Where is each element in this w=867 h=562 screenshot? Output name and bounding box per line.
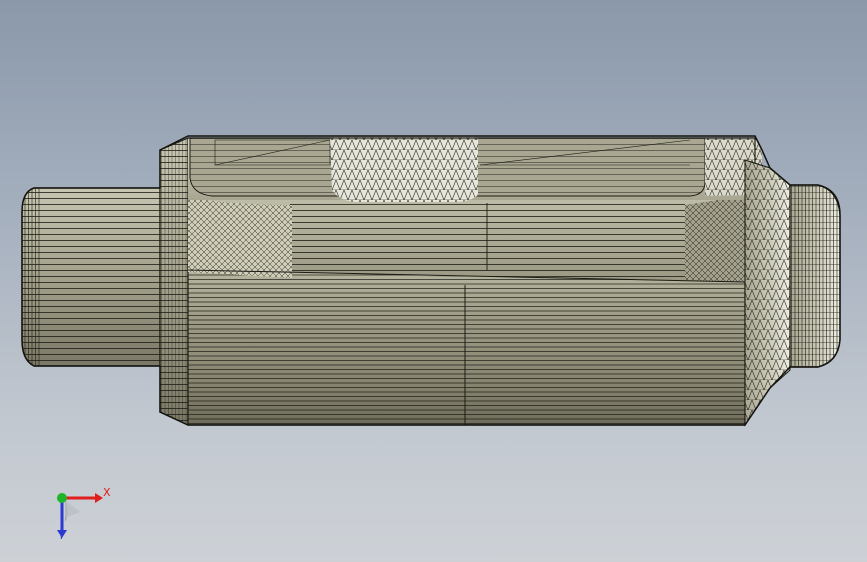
triad-graphic — [57, 493, 103, 538]
coordinate-triad: X Y — [40, 478, 130, 548]
right-collar — [744, 159, 791, 427]
y-axis-label: Y — [58, 529, 65, 542]
flat-cut-pocket — [187, 195, 746, 283]
main-body — [187, 264, 746, 426]
model-shaft-part[interactable] — [0, 0, 867, 562]
x-axis-label: X — [103, 486, 111, 499]
top-rim — [188, 137, 762, 202]
right-shaft — [789, 184, 841, 368]
graphics-viewport[interactable]: X Y — [0, 0, 867, 562]
left-chamfer — [159, 137, 189, 426]
left-shaft — [21, 187, 161, 367]
